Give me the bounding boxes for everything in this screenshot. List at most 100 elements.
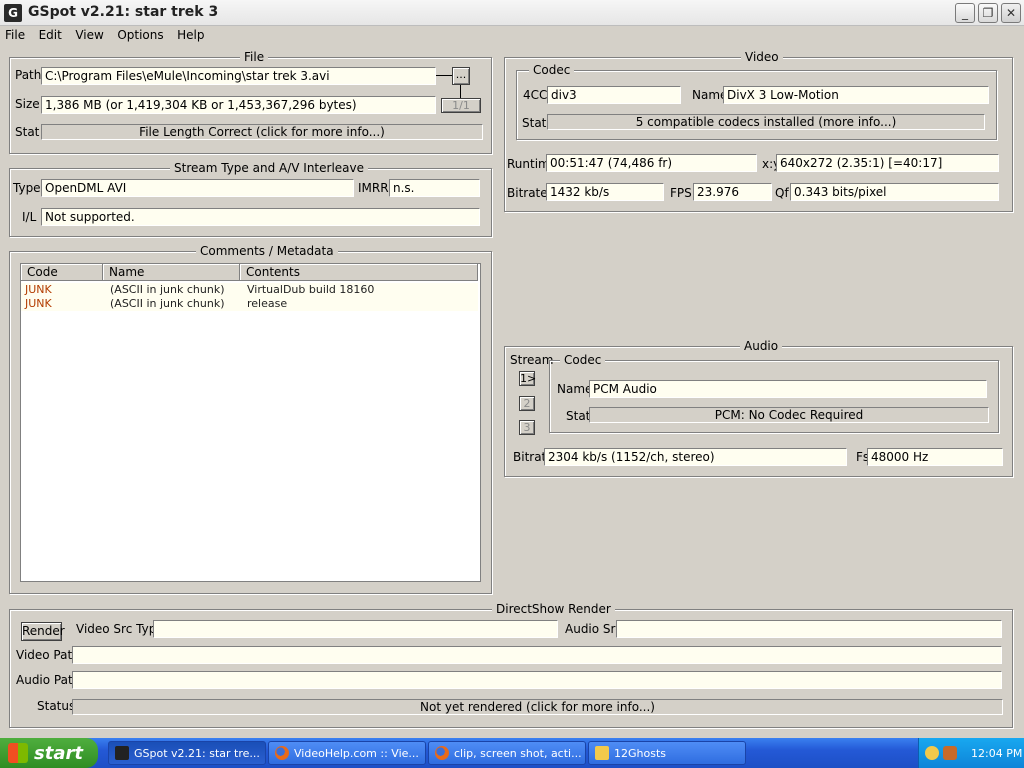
- audio-name-label: Name: [557, 382, 593, 396]
- video-bitrate-label: Bitrate: [507, 186, 548, 200]
- video-codec-title: Codec: [529, 63, 575, 77]
- video-group-title: Video: [741, 50, 783, 64]
- system-tray: 12:04 PM: [918, 738, 1024, 768]
- clock[interactable]: 12:04 PM: [971, 747, 1022, 760]
- audio-src-field: [616, 620, 1002, 638]
- taskbar-item-label: 12Ghosts: [614, 746, 666, 760]
- size-label: Size: [15, 97, 40, 111]
- path-connector: [460, 84, 461, 98]
- fourcc-label: 4CC: [523, 88, 548, 102]
- directshow-group-title: DirectShow Render: [492, 602, 615, 616]
- type-field: OpenDML AVI: [41, 179, 354, 197]
- file-group-title: File: [240, 50, 269, 64]
- il-label: I/L: [22, 210, 37, 224]
- minimize-button[interactable]: _: [955, 3, 975, 23]
- firefox-icon: [275, 746, 289, 760]
- audio-stat-field[interactable]: PCM: No Codec Required: [589, 407, 989, 423]
- file-stat-field[interactable]: File Length Correct (click for more info…: [41, 124, 483, 140]
- fps-label: FPS: [670, 186, 692, 200]
- taskbar-item-label: GSpot v2.21: star tre...: [134, 746, 260, 760]
- taskbar-item-label: clip, screen shot, acti...: [454, 746, 582, 760]
- menu-bar: File Edit View Options Help: [0, 26, 1024, 45]
- cell-name: (ASCII in junk chunk): [110, 283, 225, 296]
- browse-button[interactable]: ...: [452, 67, 470, 85]
- cell-code: JUNK: [25, 297, 52, 310]
- video-path-field: [72, 646, 1002, 664]
- gspot-icon: G: [4, 4, 22, 22]
- type-label: Type: [13, 181, 41, 195]
- menu-options[interactable]: Options: [112, 26, 168, 44]
- taskbar-item-videohelp[interactable]: VideoHelp.com :: Vie...: [268, 741, 426, 765]
- fs-field: 48000 Hz: [867, 448, 1003, 466]
- table-row[interactable]: JUNK (ASCII in junk chunk) release: [21, 297, 478, 311]
- video-path-label: Video Path: [16, 648, 80, 662]
- video-name-field: DivX 3 Low-Motion: [723, 86, 989, 104]
- path-label: Path: [15, 68, 42, 82]
- tray-app-icon[interactable]: [943, 746, 957, 760]
- close-button[interactable]: ✕: [1001, 3, 1021, 23]
- stream-3-button[interactable]: 3: [519, 420, 535, 435]
- stream-label: Stream: [510, 353, 554, 367]
- cell-contents: VirtualDub build 18160: [247, 283, 375, 296]
- menu-edit[interactable]: Edit: [34, 26, 67, 44]
- runtime-field: 00:51:47 (74,486 fr): [546, 154, 757, 172]
- qf-field: 0.343 bits/pixel: [790, 183, 999, 201]
- cell-name: (ASCII in junk chunk): [110, 297, 225, 310]
- start-button[interactable]: start: [0, 738, 98, 768]
- audio-src-label: Audio Src: [565, 622, 622, 636]
- start-label: start: [34, 742, 83, 764]
- video-src-type-field: [153, 620, 558, 638]
- fps-field: 23.976: [693, 183, 772, 201]
- stream-2-button[interactable]: 2: [519, 396, 535, 411]
- page-indicator: 1/1: [441, 98, 481, 113]
- title-bar: G GSpot v2.21: star trek 3 _ ❐ ✕: [0, 0, 1024, 26]
- gspot-icon: [115, 746, 129, 760]
- video-src-type-label: Video Src Type: [76, 622, 164, 636]
- taskbar-item-label: VideoHelp.com :: Vie...: [294, 746, 419, 760]
- stream-group-title: Stream Type and A/V Interleave: [170, 161, 368, 175]
- menu-file[interactable]: File: [0, 26, 30, 44]
- taskbar-item-12ghosts[interactable]: 12Ghosts: [588, 741, 746, 765]
- stat-label: Stat: [15, 125, 40, 139]
- imrr-label: IMRR: [358, 181, 389, 195]
- render-button[interactable]: Render: [21, 622, 65, 641]
- stream-1-button[interactable]: 1>: [519, 371, 536, 386]
- cell-contents: release: [247, 297, 288, 310]
- window-title: GSpot v2.21: star trek 3: [28, 4, 219, 20]
- cell-code: JUNK: [25, 283, 52, 296]
- column-header-contents[interactable]: Contents: [240, 264, 478, 281]
- ghost-icon[interactable]: [925, 746, 939, 760]
- comments-group-title: Comments / Metadata: [196, 244, 338, 258]
- audio-group-title: Audio: [740, 339, 783, 353]
- path-connector: [436, 75, 453, 76]
- xy-field: 640x272 (2.35:1) [=40:17]: [776, 154, 999, 172]
- audio-stat-label: Stat: [566, 409, 591, 423]
- status-field[interactable]: Not yet rendered (click for more info...…: [72, 699, 1003, 715]
- path-field[interactable]: C:\Program Files\eMule\Incoming\star tre…: [41, 67, 436, 85]
- video-bitrate-field: 1432 kb/s: [546, 183, 664, 201]
- video-stat-label: Stat: [522, 116, 547, 130]
- video-stat-field[interactable]: 5 compatible codecs installed (more info…: [547, 114, 985, 130]
- folder-icon: [595, 746, 609, 760]
- firefox-icon: [435, 746, 449, 760]
- menu-help[interactable]: Help: [172, 26, 209, 44]
- audio-bitrate-field: 2304 kb/s (1152/ch, stereo): [544, 448, 847, 466]
- il-field: Not supported.: [41, 208, 480, 226]
- size-field: 1,386 MB (or 1,419,304 KB or 1,453,367,2…: [41, 96, 436, 114]
- windows-flag-icon: [8, 743, 28, 763]
- audio-path-label: Audio Path: [16, 673, 81, 687]
- audio-path-field: [72, 671, 1002, 689]
- comments-listview[interactable]: Code Name Contents JUNK (ASCII in junk c…: [20, 263, 481, 582]
- column-header-name[interactable]: Name: [103, 264, 240, 281]
- audio-name-field: PCM Audio: [589, 380, 987, 398]
- taskbar-item-clip[interactable]: clip, screen shot, acti...: [428, 741, 586, 765]
- fourcc-field: div3: [547, 86, 681, 104]
- column-header-code[interactable]: Code: [21, 264, 103, 281]
- taskbar-item-gspot[interactable]: GSpot v2.21: star tre...: [108, 741, 266, 765]
- menu-view[interactable]: View: [70, 26, 108, 44]
- table-row[interactable]: JUNK (ASCII in junk chunk) VirtualDub bu…: [21, 283, 478, 297]
- qf-label: Qf: [775, 186, 789, 200]
- status-label: Status: [37, 699, 76, 713]
- maximize-button[interactable]: ❐: [978, 3, 998, 23]
- audio-codec-title: Codec: [560, 353, 606, 367]
